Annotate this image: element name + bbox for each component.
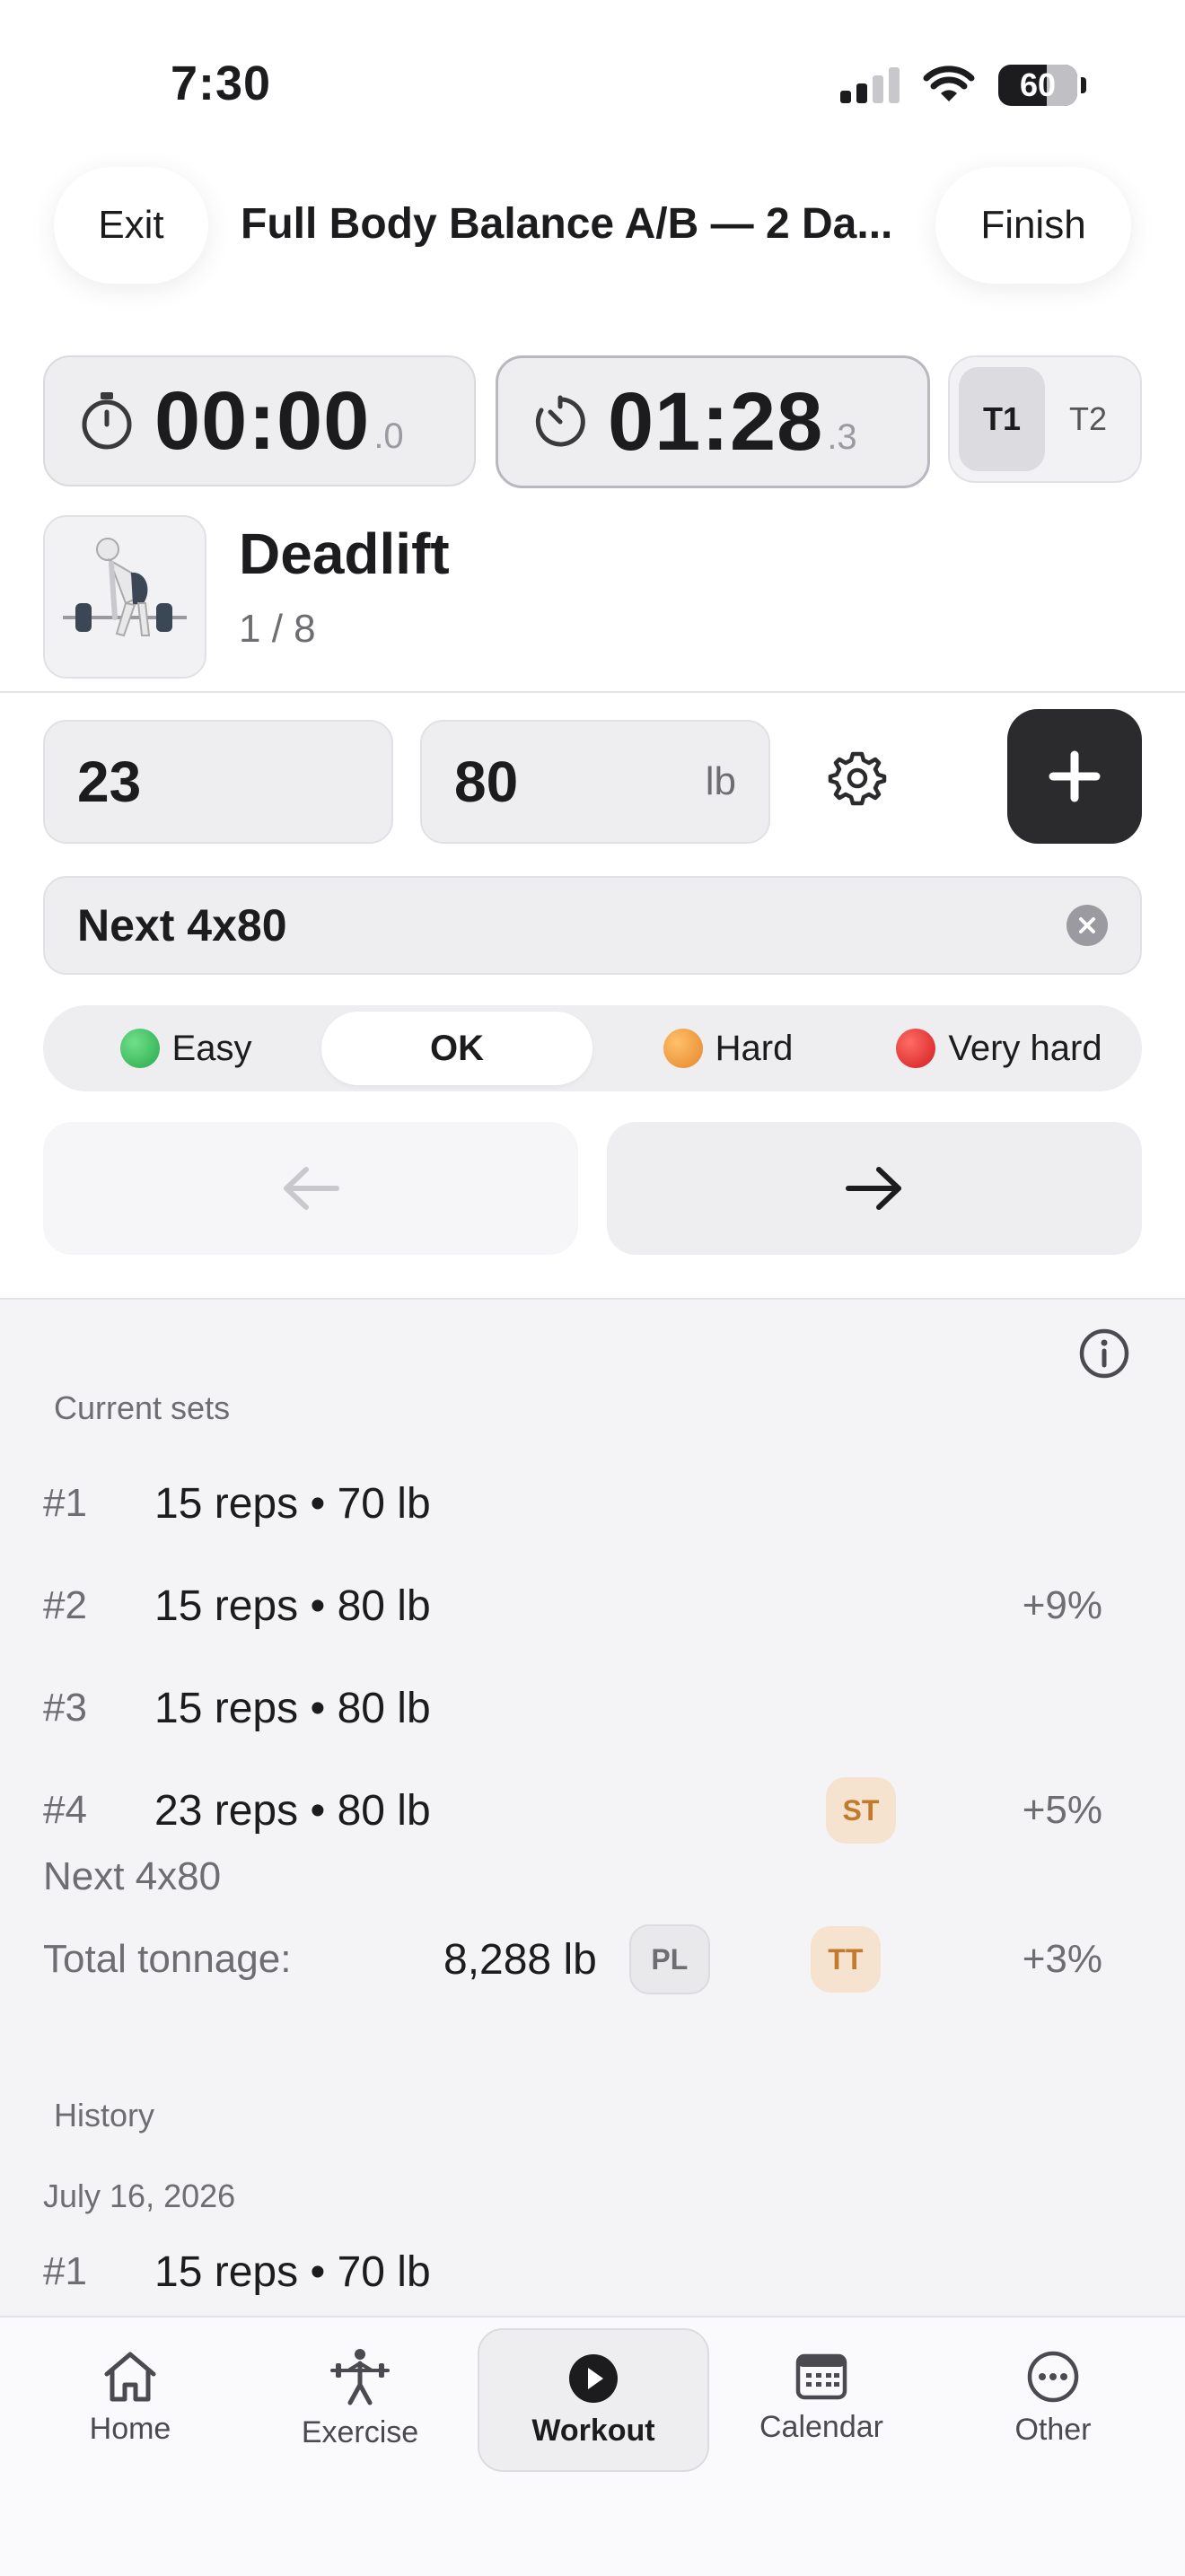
- exercise-progress: 1 / 8: [239, 607, 316, 651]
- info-icon[interactable]: [1077, 1327, 1131, 1380]
- set-detail: 15 reps • 80 lb: [154, 1582, 431, 1630]
- toggle-t2[interactable]: T2: [1045, 367, 1131, 471]
- divider: [0, 691, 1185, 693]
- tonnage-label: Total tonnage:: [43, 1937, 292, 1981]
- tab-other[interactable]: Other: [939, 2328, 1167, 2468]
- rest-timer-main: 01:28: [608, 375, 824, 468]
- deadlift-figure-icon: [63, 538, 187, 637]
- timer-toggle: T1 T2: [948, 355, 1142, 483]
- weight-value: 80: [454, 749, 519, 814]
- reps-value: 23: [77, 749, 142, 814]
- workout-timer[interactable]: 00:00 .0: [43, 355, 476, 486]
- workout-timer-main: 00:00: [154, 374, 371, 467]
- play-icon: [569, 2353, 618, 2403]
- exit-button[interactable]: Exit: [54, 167, 208, 284]
- timer-icon: [535, 395, 585, 447]
- tab-workout[interactable]: Workout: [478, 2328, 709, 2472]
- stopwatch-icon: [82, 392, 132, 450]
- exercise-thumbnail[interactable]: [43, 515, 206, 679]
- tab-exercise[interactable]: Exercise: [246, 2328, 474, 2468]
- set-note-value: Next 4x80: [77, 900, 287, 951]
- battery-level: 60: [1019, 66, 1057, 103]
- wifi-icon: [923, 66, 975, 101]
- set-number: #4: [43, 1788, 87, 1832]
- set-row[interactable]: #2 15 reps • 80 lb +9%: [43, 1574, 1102, 1637]
- difficulty-easy[interactable]: Easy: [50, 1012, 321, 1085]
- set-row[interactable]: #1 15 reps • 70 lb: [43, 1472, 1102, 1535]
- set-number: #3: [43, 1686, 87, 1730]
- set-note-input[interactable]: Next 4x80: [43, 876, 1142, 975]
- rest-timer[interactable]: 01:28 .3: [496, 355, 930, 488]
- difficulty-selector: Easy OK Hard Very hard: [43, 1005, 1142, 1091]
- status-icons: 60: [840, 65, 1086, 106]
- clear-icon[interactable]: [1066, 905, 1108, 946]
- battery-icon: 60: [998, 65, 1086, 106]
- gear-icon[interactable]: [828, 749, 887, 808]
- signal-icon: [840, 67, 900, 103]
- set-number: #1: [43, 2249, 87, 2293]
- tab-exercise-label: Exercise: [301, 2414, 419, 2449]
- home-icon: [104, 2352, 156, 2401]
- more-icon: [1027, 2351, 1079, 2402]
- calendar-icon: [795, 2353, 847, 2399]
- set-number: #2: [43, 1583, 87, 1627]
- difficulty-easy-label: Easy: [171, 1028, 252, 1068]
- difficulty-ok-label: OK: [430, 1028, 484, 1068]
- tonnage-change-percent: +3%: [1022, 1937, 1102, 1981]
- status-time: 7:30: [171, 57, 272, 110]
- arrow-left-icon: [284, 1167, 339, 1210]
- set-detail: 15 reps • 70 lb: [154, 2247, 431, 2296]
- workout-timer-fraction: .0: [373, 416, 404, 456]
- reps-input[interactable]: 23: [43, 720, 393, 844]
- difficulty-ok[interactable]: OK: [321, 1012, 592, 1085]
- previous-set-button[interactable]: [43, 1122, 578, 1255]
- tab-other-label: Other: [1014, 2412, 1092, 2447]
- plus-icon: [1049, 750, 1101, 802]
- add-set-button[interactable]: [1007, 709, 1142, 844]
- tab-home-label: Home: [89, 2411, 171, 2446]
- exercise-name: Deadlift: [239, 521, 450, 586]
- set-detail: 23 reps • 80 lb: [154, 1786, 431, 1835]
- difficulty-very-hard[interactable]: Very hard: [864, 1012, 1135, 1085]
- toggle-t1[interactable]: T1: [959, 367, 1045, 471]
- weight-input[interactable]: 80 lb: [420, 720, 770, 844]
- history-row[interactable]: #1 15 reps • 70 lb: [43, 2240, 1102, 2303]
- pl-badge: PL: [628, 1924, 710, 1994]
- difficulty-hard-label: Hard: [715, 1028, 794, 1068]
- set-row[interactable]: #4 23 reps • 80 lb ST +5%: [43, 1777, 1102, 1844]
- difficulty-very-hard-label: Very hard: [948, 1028, 1102, 1068]
- tt-badge: TT: [810, 1926, 881, 1993]
- tonnage-row: Total tonnage: 8,288 lb PL TT +3%: [43, 1924, 1102, 1994]
- arrow-right-icon: [846, 1167, 901, 1210]
- tab-home[interactable]: Home: [16, 2328, 244, 2468]
- set-detail: 15 reps • 70 lb: [154, 1479, 431, 1528]
- current-sets-label: Current sets: [54, 1389, 231, 1426]
- tab-calendar-label: Calendar: [759, 2409, 883, 2444]
- history-date: July 16, 2026: [43, 2177, 236, 2214]
- history-label: History: [54, 2097, 155, 2134]
- workout-title: Full Body Balance A/B — 2 Da...: [241, 200, 893, 248]
- tab-workout-label: Workout: [531, 2413, 655, 2448]
- exercise-icon: [330, 2348, 390, 2405]
- set-note: Next 4x80: [43, 1854, 222, 1898]
- rest-timer-fraction: .3: [827, 416, 857, 457]
- set-change-percent: +9%: [1022, 1583, 1102, 1627]
- red-dot-icon: [896, 1029, 936, 1068]
- set-number: #1: [43, 1481, 87, 1525]
- orange-dot-icon: [663, 1029, 703, 1068]
- set-detail: 15 reps • 80 lb: [154, 1684, 431, 1732]
- tonnage-value: 8,288 lb: [443, 1935, 597, 1984]
- finish-button[interactable]: Finish: [935, 167, 1131, 284]
- green-dot-icon: [119, 1029, 160, 1068]
- difficulty-hard[interactable]: Hard: [592, 1012, 864, 1085]
- set-row[interactable]: #3 15 reps • 80 lb: [43, 1677, 1102, 1739]
- tab-calendar[interactable]: Calendar: [707, 2328, 935, 2468]
- weight-unit: lb: [705, 759, 736, 803]
- next-set-button[interactable]: [607, 1122, 1142, 1255]
- set-change-percent: +5%: [1022, 1788, 1102, 1832]
- st-badge: ST: [826, 1777, 896, 1844]
